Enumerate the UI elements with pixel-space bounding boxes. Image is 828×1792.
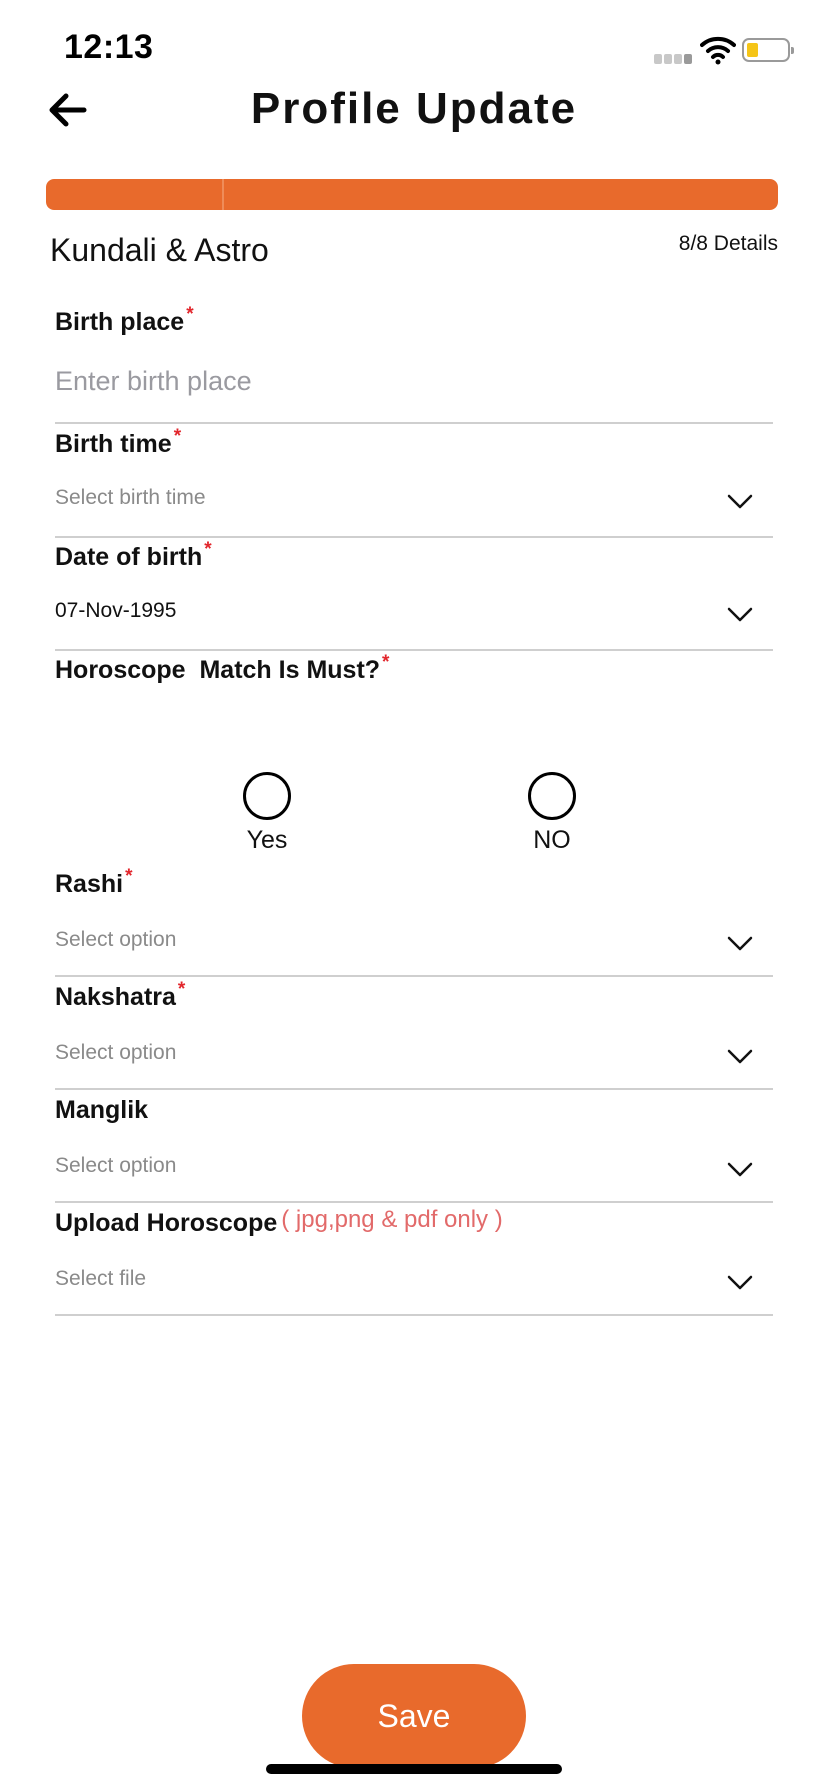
status-time: 12:13: [64, 28, 154, 66]
rashi-value: Select option: [55, 928, 177, 951]
upload-horoscope-field[interactable]: Upload Horoscope( jpg,png & pdf only ) S…: [55, 1206, 773, 1319]
birth-time-field[interactable]: Birth time * Select birth time: [55, 426, 773, 540]
required-mark: *: [173, 426, 182, 447]
status-bar: 12:13: [0, 0, 828, 90]
nakshatra-value: Select option: [55, 1041, 177, 1064]
chevron-down-icon: [727, 1275, 753, 1290]
field-divider: [55, 1088, 773, 1090]
chevron-down-icon: [727, 1049, 753, 1064]
progress-divider: [222, 179, 224, 210]
required-mark: *: [186, 304, 194, 325]
progress-bar: [46, 179, 778, 210]
file-type-hint: ( jpg,png & pdf only ): [281, 1206, 503, 1233]
upload-value: Select file: [55, 1267, 147, 1290]
field-label: Birth time *: [55, 426, 182, 458]
wifi-icon: [700, 36, 736, 65]
chevron-down-icon: [727, 1162, 753, 1177]
chevron-down-icon: [727, 494, 753, 509]
save-button[interactable]: Save: [302, 1664, 526, 1768]
radio-yes[interactable]: Yes: [207, 772, 327, 855]
required-mark: *: [382, 652, 390, 673]
radio-circle[interactable]: [528, 772, 576, 820]
dob-field[interactable]: Date of birth * 07-Nov-1995: [55, 539, 773, 653]
dob-value: 07-Nov-1995: [55, 599, 177, 622]
required-mark: *: [204, 539, 212, 560]
battery-icon: [742, 38, 794, 62]
field-label: Horoscope Match Is Must? *: [55, 652, 390, 684]
field-divider: [55, 1314, 773, 1316]
radio-circle[interactable]: [243, 772, 291, 820]
header: Profile Update: [0, 80, 828, 140]
required-mark: *: [177, 979, 186, 1000]
field-label: Date of birth *: [55, 539, 212, 571]
field-label: Upload Horoscope( jpg,png & pdf only ): [55, 1206, 503, 1237]
birth-place-field: Birth place * Enter birth place: [55, 304, 773, 426]
horoscope-match-field: Horoscope Match Is Must? * Yes NO: [55, 652, 773, 866]
field-label: Nakshatra *: [55, 979, 186, 1011]
nakshatra-field[interactable]: Nakshatra * Select option: [55, 979, 773, 1093]
radio-label: NO: [533, 826, 571, 854]
field-divider: [55, 422, 773, 424]
radio-no[interactable]: NO: [492, 772, 612, 855]
field-label: Manglik: [55, 1096, 149, 1124]
field-divider: [55, 975, 773, 977]
signal-icon: [654, 50, 694, 64]
required-mark: *: [125, 866, 133, 887]
field-label: Rashi *: [55, 866, 133, 898]
radio-label: Yes: [246, 826, 288, 854]
section-title: Kundali & Astro: [50, 232, 269, 268]
chevron-down-icon: [727, 936, 753, 951]
field-divider: [55, 536, 773, 538]
home-indicator: [266, 1764, 562, 1774]
page-title: Profile Update: [250, 84, 578, 133]
field-divider: [55, 649, 773, 651]
details-count: 8/8 Details: [678, 232, 778, 255]
chevron-down-icon: [727, 607, 753, 622]
field-label: Birth place *: [55, 304, 194, 336]
birth-time-value: Select birth time: [55, 486, 206, 509]
progress-fill: [46, 179, 778, 210]
manglik-field[interactable]: Manglik Select option: [55, 1096, 773, 1206]
manglik-value: Select option: [55, 1154, 177, 1177]
birth-place-input[interactable]: Enter birth place: [55, 366, 252, 397]
rashi-field[interactable]: Rashi * Select option: [55, 866, 773, 980]
field-divider: [55, 1201, 773, 1203]
